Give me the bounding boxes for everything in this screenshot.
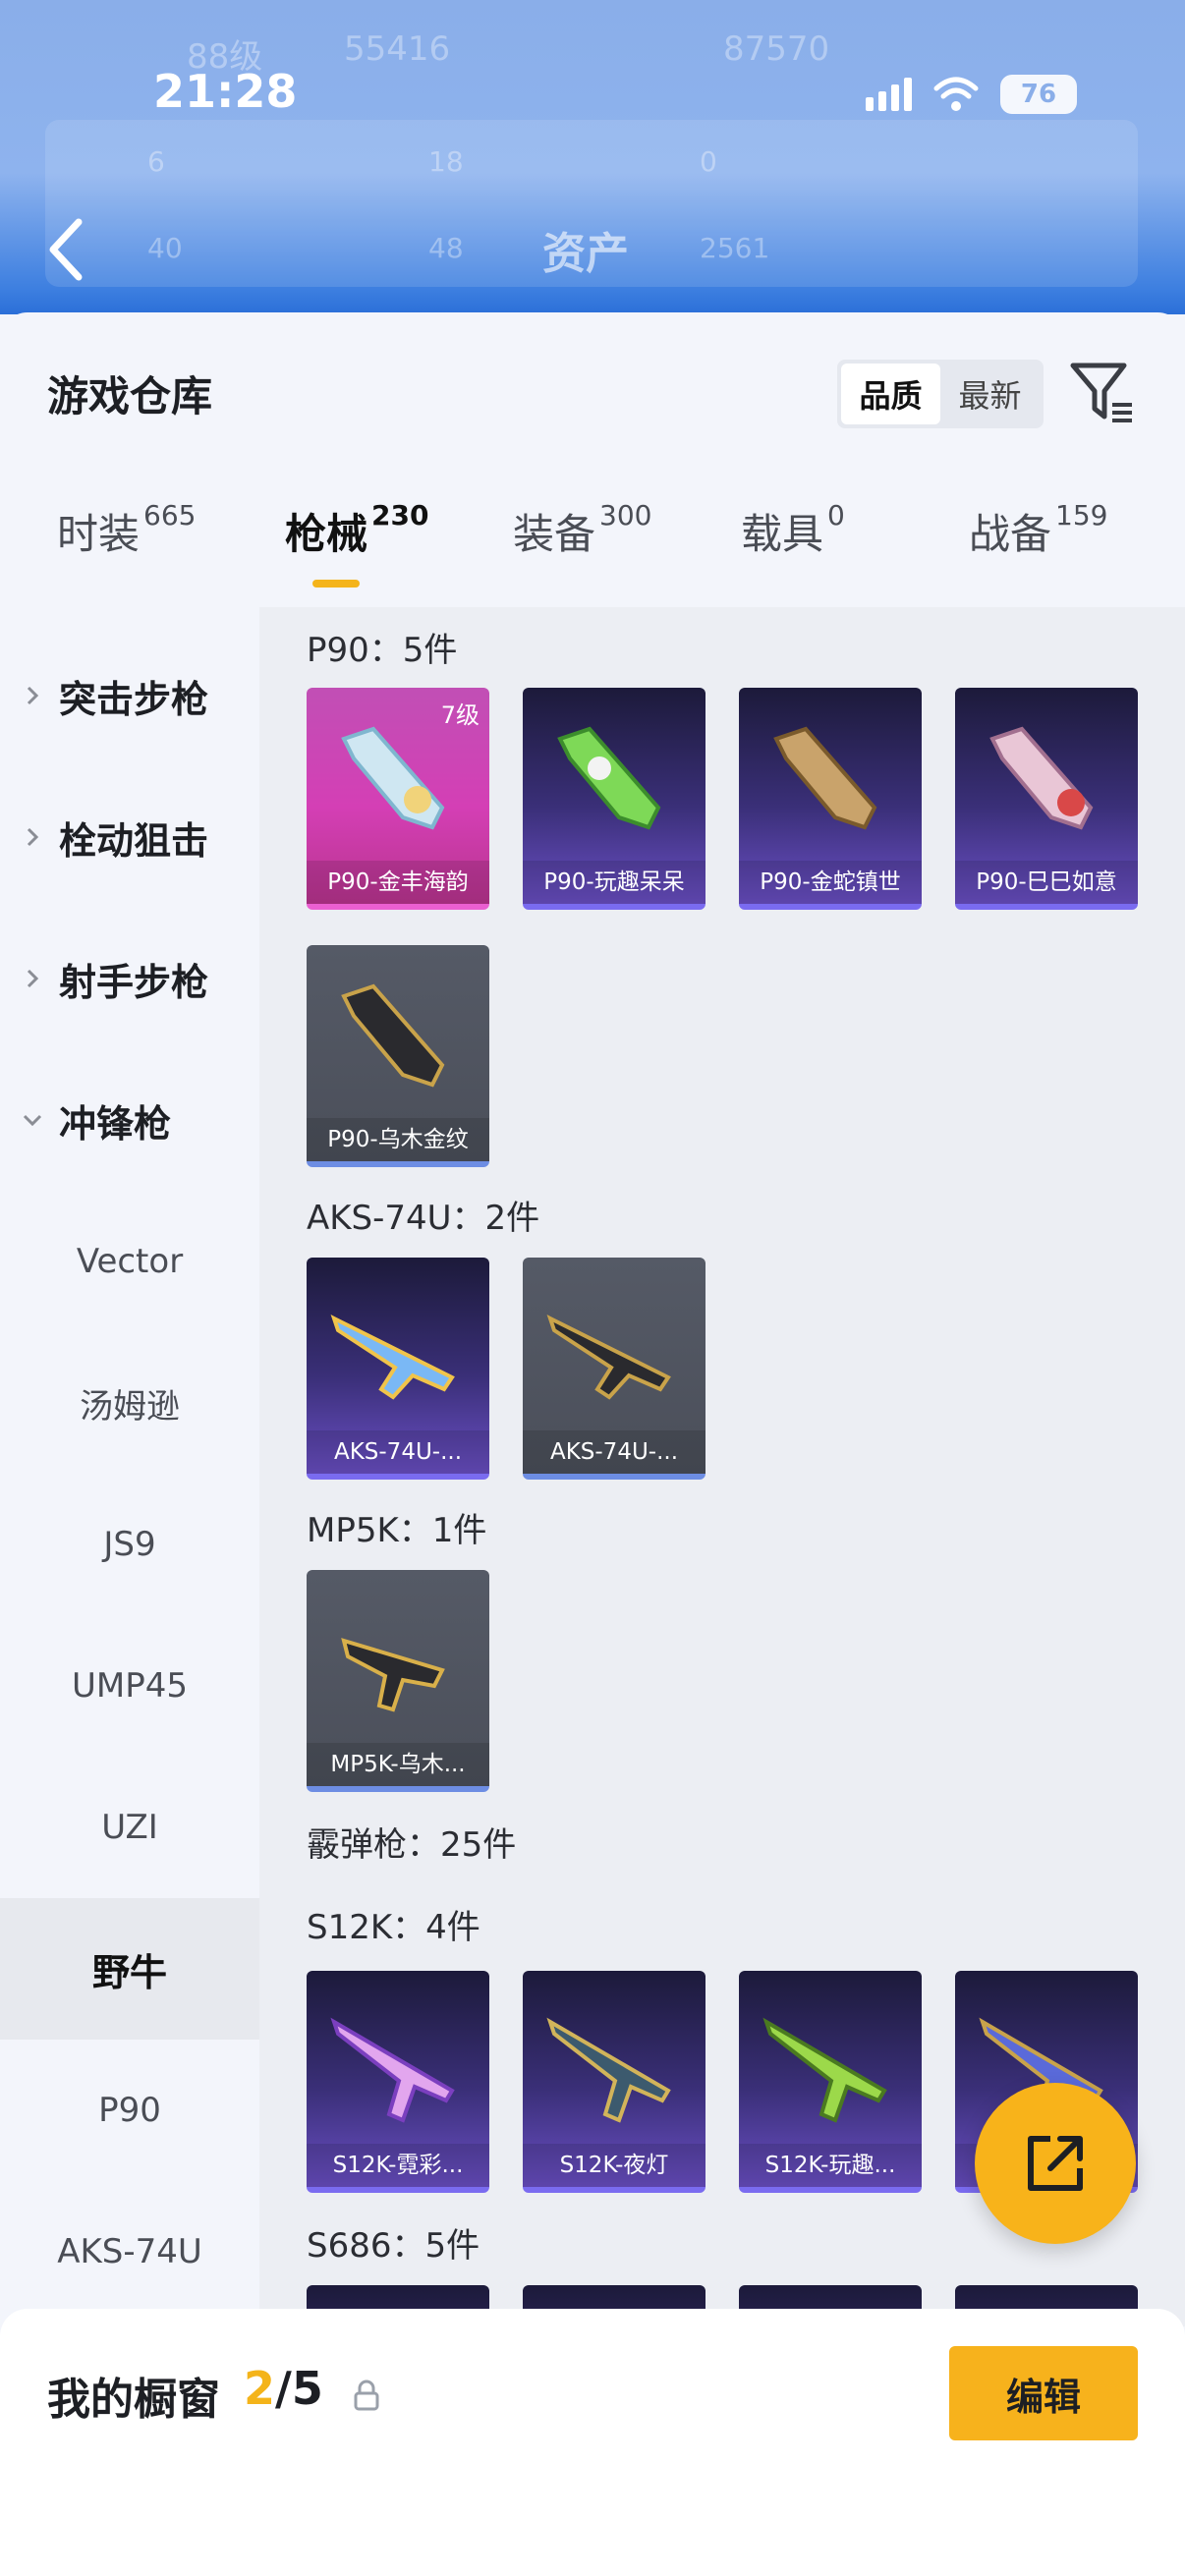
active-tab-indicator <box>312 580 360 588</box>
chevron-right-icon <box>27 686 39 705</box>
sidebar-subitem-js9[interactable]: JS9 <box>0 1474 259 1615</box>
weapon-name: P90-金丰海韵 <box>307 861 489 904</box>
weapon-card[interactable]: P90-巳巳如意 <box>955 688 1138 910</box>
weapon-name: P90-巳巳如意 <box>955 861 1138 904</box>
category-tabs: 时装 665 枪械 230 装备 300 载具 0 战备 159 <box>0 499 1185 607</box>
weapon-name: AKS-74U-... <box>307 1430 489 1474</box>
weapon-name: MP5K-乌木... <box>307 1743 489 1786</box>
weapon-skin-icon <box>546 1315 671 1400</box>
battery-indicator: 76 <box>1000 75 1077 114</box>
edit-button[interactable]: 编辑 <box>949 2346 1138 2440</box>
weapon-skin-icon <box>330 2017 455 2123</box>
weapon-name: S12K-夜灯 <box>523 2144 705 2187</box>
ghost-coins: 55416 <box>344 29 451 69</box>
wifi-icon <box>933 77 979 111</box>
weapon-card[interactable]: AKS-74U-... <box>307 1258 489 1480</box>
chevron-right-icon <box>27 969 39 988</box>
tab-firearms[interactable]: 枪械 230 <box>285 499 428 561</box>
weapon-skin-icon <box>546 2017 671 2123</box>
ghost-stat-6: 2561 <box>700 232 770 264</box>
page-title: 资产 <box>542 229 629 279</box>
weapon-card[interactable]: 7级 P90-金丰海韵 <box>307 688 489 910</box>
ghost-stat-4: 40 <box>147 232 183 264</box>
chevron-right-icon <box>27 827 39 847</box>
tab-supplies[interactable]: 战备 159 <box>969 499 1107 561</box>
weapon-category-sidebar: 突击步枪 栓动狙击 射手步枪 冲锋枪 Vector 汤姆逊 JS9 UMP45 … <box>0 607 259 2326</box>
weapon-card[interactable]: S12K-夜灯 <box>523 1971 705 2193</box>
weapon-card[interactable]: S12K-霓彩... <box>307 1971 489 2193</box>
warehouse-title: 游戏仓库 <box>47 372 213 420</box>
weapon-name: P90-乌木金纹 <box>307 1118 489 1161</box>
header-background: 88级 55416 87570 6 18 0 40 48 2561 21:28 … <box>0 0 1185 314</box>
weapon-card[interactable]: P90-玩趣呆呆 <box>523 688 705 910</box>
weapon-skin-icon <box>773 726 877 830</box>
weapon-card[interactable]: P90-乌木金纹 <box>307 945 489 1167</box>
ghost-stat-2: 18 <box>428 145 464 178</box>
section-title-s686: S686：5件 <box>307 2226 480 2266</box>
status-time: 21:28 <box>153 65 298 118</box>
showcase-label: 我的橱窗 <box>47 2375 220 2425</box>
signal-icon <box>866 78 912 111</box>
sidebar-subitem-thompson[interactable]: 汤姆逊 <box>0 1332 259 1474</box>
share-icon <box>1028 2136 1083 2191</box>
sort-quality-option[interactable]: 品质 <box>841 364 940 424</box>
lock-icon <box>354 2380 379 2411</box>
chevron-down-icon <box>23 1114 42 1127</box>
sidebar-subitem-bizon[interactable]: 野牛 <box>0 1898 259 2040</box>
weapon-name: P90-玩趣呆呆 <box>523 861 705 904</box>
weapon-skin-icon <box>557 726 661 830</box>
weapon-grid: P90：5件 7级 P90-金丰海韵 P90-玩趣呆呆 P90-金蛇镇世 P90… <box>259 607 1185 2326</box>
weapon-name: AKS-74U-... <box>523 1430 705 1474</box>
showcase-bar: 我的橱窗 2/5 编辑 <box>0 2309 1185 2576</box>
sidebar-item-marksman-rifles[interactable]: 射手步枪 <box>0 939 259 1018</box>
weapon-skin-icon <box>341 726 445 830</box>
weapon-card[interactable]: MP5K-乌木... <box>307 1570 489 1792</box>
weapon-name: S12K-玩趣... <box>739 2144 922 2187</box>
tab-fashion[interactable]: 时装 665 <box>57 499 196 561</box>
weapon-skin-icon <box>341 1638 445 1712</box>
ghost-points: 87570 <box>723 29 830 69</box>
ghost-stat-1: 6 <box>147 145 165 178</box>
sidebar-subitem-aks74u[interactable]: AKS-74U <box>0 2181 259 2323</box>
section-title-aks74u: AKS-74U：2件 <box>307 1199 540 1238</box>
sidebar-subitem-ump45[interactable]: UMP45 <box>0 1615 259 1757</box>
weapon-skin-icon <box>330 1315 455 1400</box>
weapon-name: P90-金蛇镇世 <box>739 861 922 904</box>
weapon-card[interactable]: P90-金蛇镇世 <box>739 688 922 910</box>
share-button[interactable] <box>975 2083 1136 2244</box>
section-title-mp5k: MP5K：1件 <box>307 1511 487 1550</box>
sidebar-item-assault-rifles[interactable]: 突击步枪 <box>0 656 259 735</box>
back-chevron-icon[interactable] <box>39 212 98 287</box>
showcase-count: 2/5 <box>244 2362 323 2415</box>
weapon-skin-icon <box>762 2017 887 2123</box>
sidebar-subitem-uzi[interactable]: UZI <box>0 1757 259 1898</box>
ghost-stat-5: 48 <box>428 232 464 264</box>
ghost-stat-3: 0 <box>700 145 717 178</box>
sidebar-subitem-p90[interactable]: P90 <box>0 2040 259 2181</box>
sidebar-subitem-vector[interactable]: Vector <box>0 1191 259 1332</box>
tab-equipment[interactable]: 装备 300 <box>513 499 651 561</box>
tab-vehicles[interactable]: 载具 0 <box>741 499 845 561</box>
weapon-card[interactable]: S12K-玩趣... <box>739 1971 922 2193</box>
weapon-card[interactable]: AKS-74U-... <box>523 1258 705 1480</box>
section-title-s12k: S12K：4件 <box>307 1908 480 1947</box>
weapon-level-badge: 7级 <box>440 701 480 729</box>
sidebar-item-smg[interactable]: 冲锋枪 <box>0 1081 259 1159</box>
section-title-shotguns: 霰弹枪：25件 <box>307 1825 517 1865</box>
weapon-skin-icon <box>341 983 445 1088</box>
weapon-name: S12K-霓彩... <box>307 2144 489 2187</box>
sort-toggle: 品质 最新 <box>837 360 1044 428</box>
weapon-skin-icon <box>989 726 1094 830</box>
sidebar-item-bolt-sniper[interactable]: 栓动狙击 <box>0 798 259 876</box>
section-title-p90: P90：5件 <box>307 631 458 670</box>
sort-newest-option[interactable]: 最新 <box>940 364 1040 424</box>
warehouse-sheet: 游戏仓库 品质 最新 时装 665 枪械 230 装备 300 载具 0 战备 159 突… <box>0 312 1185 2576</box>
filter-icon[interactable] <box>1069 360 1138 426</box>
status-icons: 76 <box>866 75 1077 114</box>
